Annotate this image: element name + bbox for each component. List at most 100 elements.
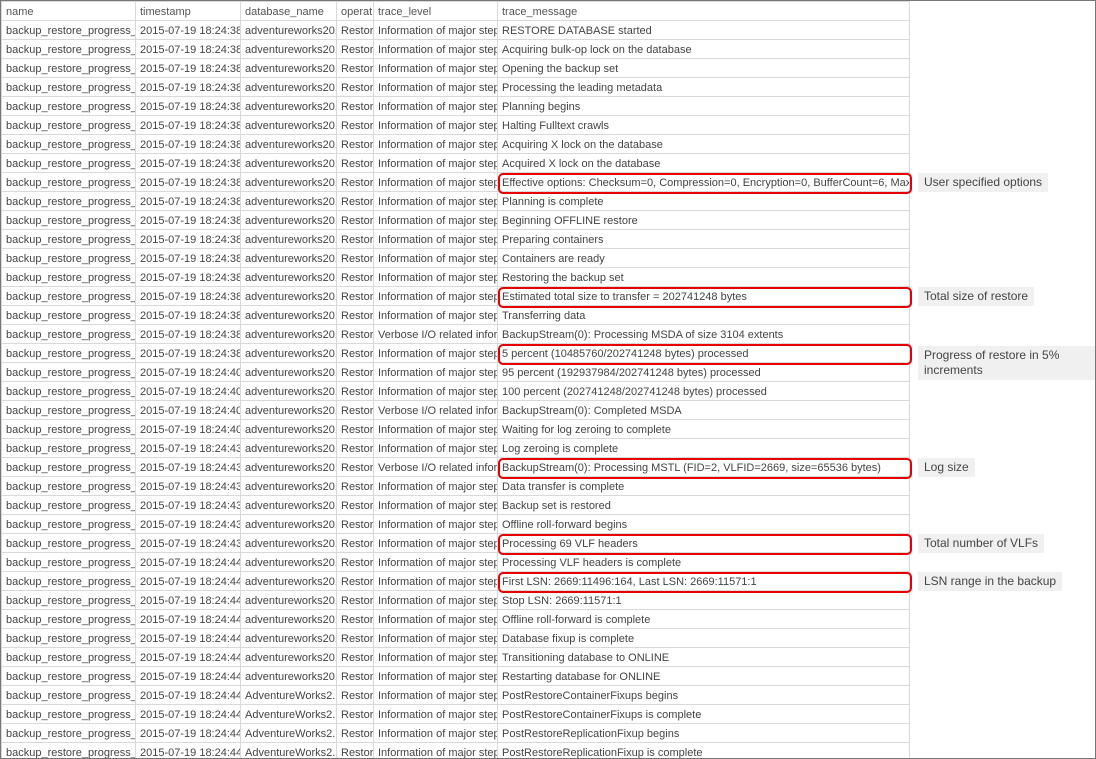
- table-row[interactable]: backup_restore_progress_trace2015-07-19 …: [2, 420, 1096, 439]
- cell-timestamp[interactable]: 2015-07-19 18:24:38...: [136, 135, 241, 154]
- cell-trace-message[interactable]: Acquired X lock on the database: [498, 154, 910, 173]
- cell-name[interactable]: backup_restore_progress_trace: [2, 420, 136, 439]
- cell-database[interactable]: adventureworks2012: [241, 59, 337, 78]
- cell-trace-level[interactable]: Information of major steps in ...: [374, 40, 498, 59]
- cell-name[interactable]: backup_restore_progress_trace: [2, 78, 136, 97]
- cell-operation[interactable]: Restore: [337, 572, 374, 591]
- cell-trace-message[interactable]: 100 percent (202741248/202741248 bytes) …: [498, 382, 910, 401]
- cell-trace-level[interactable]: Information of major steps in ...: [374, 268, 498, 287]
- table-row[interactable]: backup_restore_progress_trace2015-07-19 …: [2, 382, 1096, 401]
- cell-trace-message[interactable]: Processing 69 VLF headers: [498, 534, 910, 553]
- table-row[interactable]: backup_restore_progress_trace2015-07-19 …: [2, 78, 1096, 97]
- cell-trace-level[interactable]: Information of major steps in ...: [374, 591, 498, 610]
- table-row[interactable]: backup_restore_progress_trace2015-07-19 …: [2, 724, 1096, 743]
- table-row[interactable]: backup_restore_progress_trace2015-07-19 …: [2, 610, 1096, 629]
- cell-trace-message[interactable]: PostRestoreContainerFixups is complete: [498, 705, 910, 724]
- cell-operation[interactable]: Restore: [337, 116, 374, 135]
- cell-name[interactable]: backup_restore_progress_trace: [2, 97, 136, 116]
- cell-trace-message[interactable]: Planning is complete: [498, 192, 910, 211]
- cell-timestamp[interactable]: 2015-07-19 18:24:38...: [136, 287, 241, 306]
- cell-trace-message[interactable]: PostRestoreContainerFixups begins: [498, 686, 910, 705]
- cell-trace-level[interactable]: Information of major steps in ...: [374, 724, 498, 743]
- cell-trace-level[interactable]: Information of major steps in ...: [374, 420, 498, 439]
- cell-timestamp[interactable]: 2015-07-19 18:24:38...: [136, 173, 241, 192]
- cell-database[interactable]: adventureworks2012: [241, 211, 337, 230]
- cell-trace-message[interactable]: Halting Fulltext crawls: [498, 116, 910, 135]
- cell-timestamp[interactable]: 2015-07-19 18:24:44...: [136, 705, 241, 724]
- cell-trace-message[interactable]: BackupStream(0): Processing MSTL (FID=2,…: [498, 458, 910, 477]
- table-row[interactable]: backup_restore_progress_trace2015-07-19 …: [2, 344, 1096, 363]
- cell-trace-level[interactable]: Information of major steps in ...: [374, 344, 498, 363]
- cell-operation[interactable]: Restore: [337, 268, 374, 287]
- cell-database[interactable]: adventureworks2012: [241, 591, 337, 610]
- cell-trace-message[interactable]: Backup set is restored: [498, 496, 910, 515]
- cell-trace-message[interactable]: BackupStream(0): Completed MSDA: [498, 401, 910, 420]
- cell-timestamp[interactable]: 2015-07-19 18:24:38...: [136, 325, 241, 344]
- cell-operation[interactable]: Restore: [337, 553, 374, 572]
- cell-trace-message[interactable]: Waiting for log zeroing to complete: [498, 420, 910, 439]
- cell-timestamp[interactable]: 2015-07-19 18:24:38...: [136, 97, 241, 116]
- table-row[interactable]: backup_restore_progress_trace2015-07-19 …: [2, 211, 1096, 230]
- cell-timestamp[interactable]: 2015-07-19 18:24:38...: [136, 78, 241, 97]
- col-database-name[interactable]: database_name: [241, 2, 337, 21]
- cell-database[interactable]: adventureworks2012: [241, 629, 337, 648]
- cell-name[interactable]: backup_restore_progress_trace: [2, 268, 136, 287]
- cell-timestamp[interactable]: 2015-07-19 18:24:43...: [136, 534, 241, 553]
- cell-trace-level[interactable]: Information of major steps in ...: [374, 743, 498, 759]
- cell-database[interactable]: adventureworks2012: [241, 249, 337, 268]
- cell-timestamp[interactable]: 2015-07-19 18:24:43...: [136, 496, 241, 515]
- cell-database[interactable]: AdventureWorks2...: [241, 743, 337, 759]
- cell-name[interactable]: backup_restore_progress_trace: [2, 534, 136, 553]
- cell-trace-level[interactable]: Verbose I/O related informati...: [374, 458, 498, 477]
- cell-trace-message[interactable]: Opening the backup set: [498, 59, 910, 78]
- cell-trace-level[interactable]: Information of major steps in ...: [374, 610, 498, 629]
- cell-trace-level[interactable]: Information of major steps in ...: [374, 553, 498, 572]
- cell-trace-level[interactable]: Information of major steps in ...: [374, 629, 498, 648]
- cell-database[interactable]: adventureworks2012: [241, 553, 337, 572]
- cell-trace-message[interactable]: Planning begins: [498, 97, 910, 116]
- cell-operation[interactable]: Restore: [337, 135, 374, 154]
- cell-name[interactable]: backup_restore_progress_trace: [2, 667, 136, 686]
- cell-trace-level[interactable]: Information of major steps in ...: [374, 287, 498, 306]
- cell-operation[interactable]: Restore: [337, 173, 374, 192]
- cell-database[interactable]: AdventureWorks2...: [241, 705, 337, 724]
- table-row[interactable]: backup_restore_progress_trace2015-07-19 …: [2, 154, 1096, 173]
- table-row[interactable]: backup_restore_progress_trace2015-07-19 …: [2, 572, 1096, 591]
- cell-trace-message[interactable]: Restarting database for ONLINE: [498, 667, 910, 686]
- cell-operation[interactable]: Restore: [337, 686, 374, 705]
- cell-name[interactable]: backup_restore_progress_trace: [2, 401, 136, 420]
- cell-timestamp[interactable]: 2015-07-19 18:24:44...: [136, 629, 241, 648]
- cell-trace-message[interactable]: RESTORE DATABASE started: [498, 21, 910, 40]
- cell-trace-message[interactable]: Offline roll-forward begins: [498, 515, 910, 534]
- table-row[interactable]: backup_restore_progress_trace2015-07-19 …: [2, 743, 1096, 759]
- cell-operation[interactable]: Restore: [337, 230, 374, 249]
- cell-timestamp[interactable]: 2015-07-19 18:24:44...: [136, 591, 241, 610]
- cell-name[interactable]: backup_restore_progress_trace: [2, 344, 136, 363]
- table-row[interactable]: backup_restore_progress_trace2015-07-19 …: [2, 667, 1096, 686]
- cell-trace-message[interactable]: Processing the leading metadata: [498, 78, 910, 97]
- table-row[interactable]: backup_restore_progress_trace2015-07-19 …: [2, 287, 1096, 306]
- cell-database[interactable]: adventureworks2012: [241, 363, 337, 382]
- cell-trace-message[interactable]: Acquiring X lock on the database: [498, 135, 910, 154]
- table-row[interactable]: backup_restore_progress_trace2015-07-19 …: [2, 439, 1096, 458]
- table-row[interactable]: backup_restore_progress_trace2015-07-19 …: [2, 534, 1096, 553]
- cell-database[interactable]: adventureworks2012: [241, 458, 337, 477]
- table-row[interactable]: backup_restore_progress_trace2015-07-19 …: [2, 230, 1096, 249]
- cell-timestamp[interactable]: 2015-07-19 18:24:38...: [136, 154, 241, 173]
- cell-timestamp[interactable]: 2015-07-19 18:24:44...: [136, 743, 241, 759]
- cell-operation[interactable]: Restore: [337, 306, 374, 325]
- cell-trace-message[interactable]: Estimated total size to transfer = 20274…: [498, 287, 910, 306]
- cell-trace-level[interactable]: Information of major steps in ...: [374, 686, 498, 705]
- cell-operation[interactable]: Restore: [337, 458, 374, 477]
- cell-timestamp[interactable]: 2015-07-19 18:24:38...: [136, 306, 241, 325]
- cell-trace-message[interactable]: Data transfer is complete: [498, 477, 910, 496]
- cell-trace-level[interactable]: Information of major steps in ...: [374, 116, 498, 135]
- cell-trace-level[interactable]: Information of major steps in ...: [374, 78, 498, 97]
- cell-timestamp[interactable]: 2015-07-19 18:24:38...: [136, 268, 241, 287]
- cell-trace-level[interactable]: Information of major steps in ...: [374, 515, 498, 534]
- cell-name[interactable]: backup_restore_progress_trace: [2, 135, 136, 154]
- cell-timestamp[interactable]: 2015-07-19 18:24:40...: [136, 382, 241, 401]
- cell-timestamp[interactable]: 2015-07-19 18:24:44...: [136, 686, 241, 705]
- cell-timestamp[interactable]: 2015-07-19 18:24:38...: [136, 40, 241, 59]
- cell-timestamp[interactable]: 2015-07-19 18:24:40...: [136, 401, 241, 420]
